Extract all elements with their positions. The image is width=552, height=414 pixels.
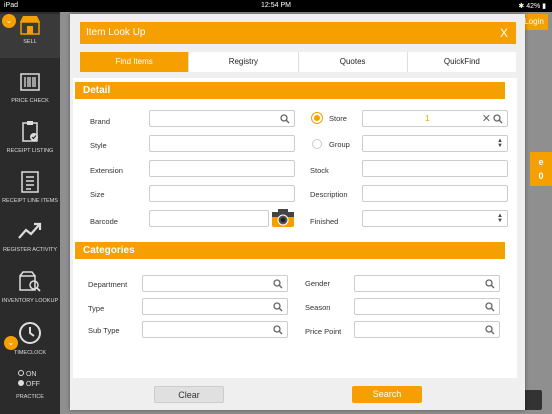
- dialog-footer: Clear Search: [70, 380, 525, 410]
- tab-find-items[interactable]: Find Items: [80, 52, 190, 72]
- camera-icon[interactable]: [271, 208, 295, 228]
- background-badge: e 0: [530, 152, 552, 186]
- radio-off-icon: [18, 380, 24, 386]
- sidebar-label-receipt-line-items: RECEIPT LINE ITEMS: [2, 198, 58, 204]
- style-label: Style: [90, 141, 107, 150]
- style-input[interactable]: [149, 135, 295, 152]
- practice-on-label: ON: [25, 371, 37, 378]
- sidebar-item-practice[interactable]: ON OFF PRACTICE: [0, 370, 60, 400]
- trend-up-icon: [18, 222, 42, 239]
- sidebar-label-timeclock: TIMECLOCK: [13, 350, 47, 356]
- gender-label: Gender: [305, 279, 331, 288]
- sidebar-label-receipt-listing: RECEIPT LISTING: [6, 148, 54, 154]
- status-bar: iPad 12:54 PM ✱ 42% ▮: [0, 0, 552, 12]
- sidebar-item-receipt-line-items[interactable]: RECEIPT LINE ITEMS: [0, 170, 60, 204]
- time-label: 12:54 PM: [261, 2, 291, 9]
- type-input[interactable]: [142, 298, 288, 315]
- store-icon: [20, 16, 40, 35]
- store-label: Store: [329, 114, 347, 123]
- store-value: 1: [425, 114, 430, 123]
- sidebar-label-practice: PRACTICE: [16, 394, 44, 400]
- barcode-icon: [20, 73, 40, 91]
- battery-label: ✱ 42% ▮: [518, 3, 546, 10]
- barcode-label: Barcode: [90, 217, 118, 226]
- season-input[interactable]: [354, 298, 500, 315]
- sidebar: SELL ⌄ PRICE CHECK RECEIPT LISTING RECEI…: [0, 12, 60, 414]
- inventory-search-icon: [19, 271, 41, 292]
- sidebar-item-inventory-lookup[interactable]: INVENTORY LOOKUP: [0, 270, 60, 304]
- search-button[interactable]: Search: [352, 386, 422, 403]
- description-label: Description: [310, 190, 348, 199]
- select-arrows-icon: ▲ ▼: [497, 138, 503, 149]
- clock-icon: [19, 322, 41, 344]
- search-icon[interactable]: [273, 302, 283, 312]
- detail-header: Detail: [75, 82, 505, 99]
- brand-label: Brand: [90, 117, 111, 126]
- search-icon[interactable]: [280, 114, 290, 124]
- chevron-down-icon[interactable]: ⌄: [2, 14, 16, 28]
- clear-button[interactable]: Clear: [154, 386, 224, 403]
- barcode-input[interactable]: [149, 210, 269, 227]
- season-label: Season: [305, 303, 331, 312]
- extension-label: Extension: [90, 166, 123, 175]
- group-radio[interactable]: [312, 139, 322, 149]
- dialog-title: Item Look Up: [86, 27, 146, 38]
- sidebar-item-receipt-listing[interactable]: RECEIPT LISTING: [0, 120, 60, 154]
- sidebar-item-register-activity[interactable]: REGISTER ACTIVITY: [0, 220, 60, 253]
- finished-select[interactable]: ▲ ▼: [362, 210, 508, 227]
- size-input[interactable]: [149, 185, 295, 202]
- size-label: Size: [90, 190, 105, 199]
- department-label: Department: [88, 280, 128, 289]
- sidebar-label-inventory-lookup: INVENTORY LOOKUP: [1, 298, 59, 304]
- store-radio[interactable]: [312, 113, 322, 123]
- group-select[interactable]: ▲ ▼: [362, 135, 508, 152]
- tab-quickfind[interactable]: QuickFind: [408, 52, 516, 72]
- pricepoint-label: Price Point: [305, 327, 342, 336]
- form-panel[interactable]: Detail Brand Store 1 ✕ Style Group ▲ ▼ Ex…: [73, 78, 517, 378]
- search-icon[interactable]: [493, 114, 503, 124]
- tab-quotes[interactable]: Quotes: [299, 52, 408, 72]
- categories-header: Categories: [75, 242, 505, 259]
- search-icon[interactable]: [485, 302, 495, 312]
- sidebar-item-price-check[interactable]: PRICE CHECK: [0, 72, 60, 104]
- item-lookup-dialog: Item Look Up X Find Items Registry Quote…: [70, 14, 525, 410]
- gender-input[interactable]: [354, 275, 500, 292]
- sidebar-label-sell: SELL: [23, 39, 37, 45]
- dialog-titlebar: Item Look Up X: [80, 22, 516, 44]
- close-icon[interactable]: X: [500, 22, 508, 44]
- sidebar-label-price-check: PRICE CHECK: [11, 98, 49, 104]
- tab-registry[interactable]: Registry: [189, 52, 299, 72]
- tab-bar: Find Items Registry Quotes QuickFind: [80, 52, 516, 72]
- stock-input[interactable]: [362, 160, 508, 177]
- chevron-down-icon[interactable]: ⌄: [4, 336, 18, 350]
- group-label: Group: [329, 140, 350, 149]
- search-icon[interactable]: [485, 279, 495, 289]
- select-arrows-icon: ▲ ▼: [497, 213, 503, 224]
- stock-label: Stock: [310, 166, 329, 175]
- clear-icon[interactable]: ✕: [482, 112, 491, 125]
- subtype-input[interactable]: [142, 321, 288, 338]
- extension-input[interactable]: [149, 160, 295, 177]
- practice-toggle[interactable]: ON OFF: [0, 370, 60, 390]
- list-document-icon: [21, 171, 39, 193]
- department-input[interactable]: [142, 275, 288, 292]
- description-input[interactable]: [362, 185, 508, 202]
- finished-label: Finished: [310, 217, 339, 226]
- radio-on-icon: [18, 370, 24, 376]
- practice-off-label: OFF: [25, 381, 40, 388]
- sidebar-label-register-activity: REGISTER ACTIVITY: [2, 247, 58, 253]
- search-icon[interactable]: [273, 279, 283, 289]
- type-label: Type: [88, 304, 105, 313]
- clipboard-check-icon: [22, 121, 38, 142]
- brand-input[interactable]: [149, 110, 295, 127]
- pricepoint-input[interactable]: [354, 321, 500, 338]
- subtype-label: Sub Type: [88, 326, 120, 335]
- search-icon[interactable]: [485, 325, 495, 335]
- store-input[interactable]: 1 ✕: [362, 110, 508, 127]
- search-icon[interactable]: [273, 325, 283, 335]
